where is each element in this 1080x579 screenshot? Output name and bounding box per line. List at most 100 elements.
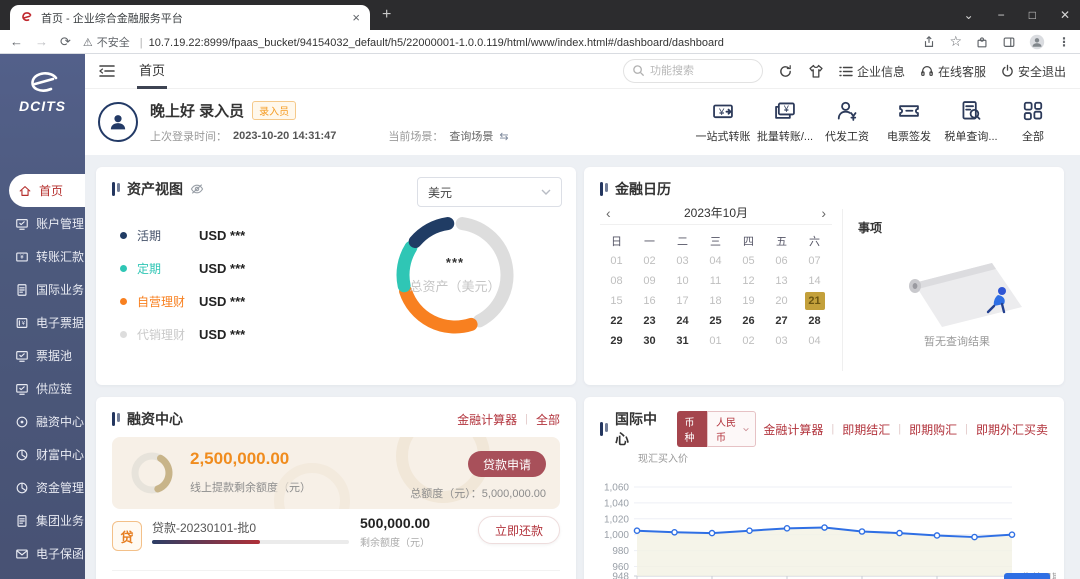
calendar-day[interactable]: 27 (765, 311, 798, 331)
calendar-day[interactable]: 14 (798, 271, 831, 291)
calendar-day-selected[interactable]: 21 (798, 291, 831, 311)
calendar-day[interactable]: 15 (600, 291, 633, 311)
tab-close-icon[interactable]: × (352, 10, 360, 25)
collapse-menu-icon[interactable] (99, 64, 115, 78)
calendar-day[interactable]: 13 (765, 271, 798, 291)
repay-now-button[interactable]: 立即还款 (478, 516, 560, 544)
quick-action-3[interactable]: 电票签发 (878, 100, 940, 144)
reload-icon[interactable]: ⟳ (60, 34, 71, 50)
calendar-day[interactable]: 04 (699, 251, 732, 271)
calendar-day[interactable]: 20 (765, 291, 798, 311)
sidebar-item-7[interactable]: 融资中心 (0, 405, 85, 438)
intl-link-1[interactable]: 即期结汇 (842, 421, 890, 438)
profile-avatar-icon[interactable] (1029, 34, 1045, 50)
sidebar-item-6[interactable]: 供应链 (0, 372, 85, 405)
side-panel-icon[interactable] (1002, 35, 1016, 49)
view-all-link[interactable]: 全部 (536, 411, 560, 428)
sidebar-item-4[interactable]: ¥电子票据 (0, 306, 85, 339)
list-icon (839, 65, 853, 78)
calendar-day[interactable]: 02 (732, 331, 765, 351)
calendar-prev-icon[interactable]: ‹ (606, 205, 611, 221)
sidebar-item-11[interactable]: 电子保函 (0, 537, 85, 570)
calendar-day[interactable]: 05 (732, 251, 765, 271)
tab-home[interactable]: 首页 (137, 54, 167, 89)
extensions-icon[interactable] (975, 35, 989, 49)
url-text: 10.7.19.22:8999/fpaas_bucket/94154032_de… (149, 37, 724, 49)
window-minimize-icon[interactable]: − (998, 8, 1005, 22)
intl-link-3[interactable]: 即期外汇买卖 (976, 421, 1048, 438)
user-avatar-icon[interactable] (98, 102, 138, 142)
quick-action-0[interactable]: ¥一站式转账 (692, 100, 754, 144)
calendar-day[interactable]: 03 (765, 331, 798, 351)
sidebar-item-3[interactable]: 国际业务 (0, 273, 85, 306)
sidebar-item-9[interactable]: 资金管理 (0, 471, 85, 504)
bookmark-star-icon[interactable]: ☆ (949, 33, 962, 50)
calendar-day[interactable]: 12 (732, 271, 765, 291)
calendar-day[interactable]: 07 (798, 251, 831, 271)
calendar-day[interactable]: 06 (765, 251, 798, 271)
chevron-down-icon (541, 189, 551, 195)
calendar-day[interactable]: 26 (732, 311, 765, 331)
back-icon[interactable]: ← (10, 34, 23, 49)
window-close-icon[interactable]: ✕ (1060, 8, 1070, 22)
refresh-icon[interactable] (778, 64, 793, 79)
eye-off-icon[interactable] (190, 183, 204, 195)
chrome-menu-icon[interactable]: ⋮ (1058, 35, 1070, 49)
sidebar-item-10[interactable]: 集团业务 (0, 504, 85, 537)
calendar-day[interactable]: 29 (600, 331, 633, 351)
quick-action-label: 批量转账/... (757, 128, 813, 144)
calendar-day[interactable]: 23 (633, 311, 666, 331)
quick-action-4[interactable]: 税单查询... (940, 100, 1002, 144)
intl-link-0[interactable]: 金融计算器 (763, 421, 823, 438)
calendar-day[interactable]: 25 (699, 311, 732, 331)
new-tab-button[interactable]: + (382, 6, 391, 24)
calendar-day[interactable]: 24 (666, 311, 699, 331)
finance-calculator-link[interactable]: 金融计算器 (457, 411, 517, 428)
calendar-day[interactable]: 04 (798, 331, 831, 351)
calendar-day[interactable]: 17 (666, 291, 699, 311)
sidebar-item-8[interactable]: 财富中心 (0, 438, 85, 471)
calendar-day[interactable]: 10 (666, 271, 699, 291)
calendar-day[interactable]: 02 (633, 251, 666, 271)
calendar-day[interactable]: 09 (633, 271, 666, 291)
quick-action-5[interactable]: 全部 (1002, 100, 1064, 144)
calendar-day[interactable]: 08 (600, 271, 633, 291)
role-badge: 录入员 (252, 101, 296, 120)
sidebar-item-0[interactable]: 首页 (9, 174, 85, 207)
company-info-link[interactable]: 企业信息 (839, 63, 905, 80)
logout-link[interactable]: 安全退出 (1001, 63, 1066, 80)
share-icon[interactable] (922, 35, 936, 49)
forward-icon[interactable]: → (35, 34, 48, 49)
browser-tab[interactable]: 首页 - 企业综合金融服务平台 × (10, 5, 370, 30)
loan-apply-button[interactable]: 贷款申请 (468, 451, 546, 477)
sidebar-item-5[interactable]: 票据池 (0, 339, 85, 372)
url-field[interactable]: ⚠不安全|10.7.19.22:8999/fpaas_bucket/941540… (83, 34, 911, 50)
calendar-next-icon[interactable]: › (821, 205, 826, 221)
calendar-day[interactable]: 28 (798, 311, 831, 331)
theme-skin-icon[interactable] (808, 64, 824, 79)
card-title-bars-icon (112, 182, 120, 196)
calendar-day[interactable]: 01 (699, 331, 732, 351)
sidebar-item-1[interactable]: 账户管理 (0, 207, 85, 240)
calendar-day[interactable]: 30 (633, 331, 666, 351)
sidebar-nav: 首页账户管理¥转账汇款国际业务¥电子票据票据池供应链融资中心财富中心资金管理集团… (0, 174, 85, 570)
intl-link-2[interactable]: 即期购汇 (909, 421, 957, 438)
window-restore-icon[interactable]: □ (1029, 8, 1036, 22)
quick-action-2[interactable]: 代发工资 (816, 100, 878, 144)
switch-scene-icon[interactable]: ⇆ (499, 130, 508, 143)
quick-action-label: 全部 (1022, 128, 1044, 144)
partial-blue-button[interactable] (1004, 573, 1050, 579)
sidebar-item-2[interactable]: ¥转账汇款 (0, 240, 85, 273)
window-chevron-icon[interactable]: ⌄ (964, 8, 974, 22)
calendar-day[interactable]: 18 (699, 291, 732, 311)
online-service-link[interactable]: 在线客服 (920, 63, 986, 80)
intl-links: 金融计算器|即期结汇|即期购汇|即期外汇买卖 (763, 421, 1048, 438)
calendar-day[interactable]: 03 (666, 251, 699, 271)
calendar-day[interactable]: 19 (732, 291, 765, 311)
quick-action-1[interactable]: ¥批量转账/... (754, 100, 816, 144)
calendar-day[interactable]: 01 (600, 251, 633, 271)
calendar-day[interactable]: 16 (633, 291, 666, 311)
calendar-day[interactable]: 31 (666, 331, 699, 351)
calendar-day[interactable]: 11 (699, 271, 732, 291)
calendar-day[interactable]: 22 (600, 311, 633, 331)
